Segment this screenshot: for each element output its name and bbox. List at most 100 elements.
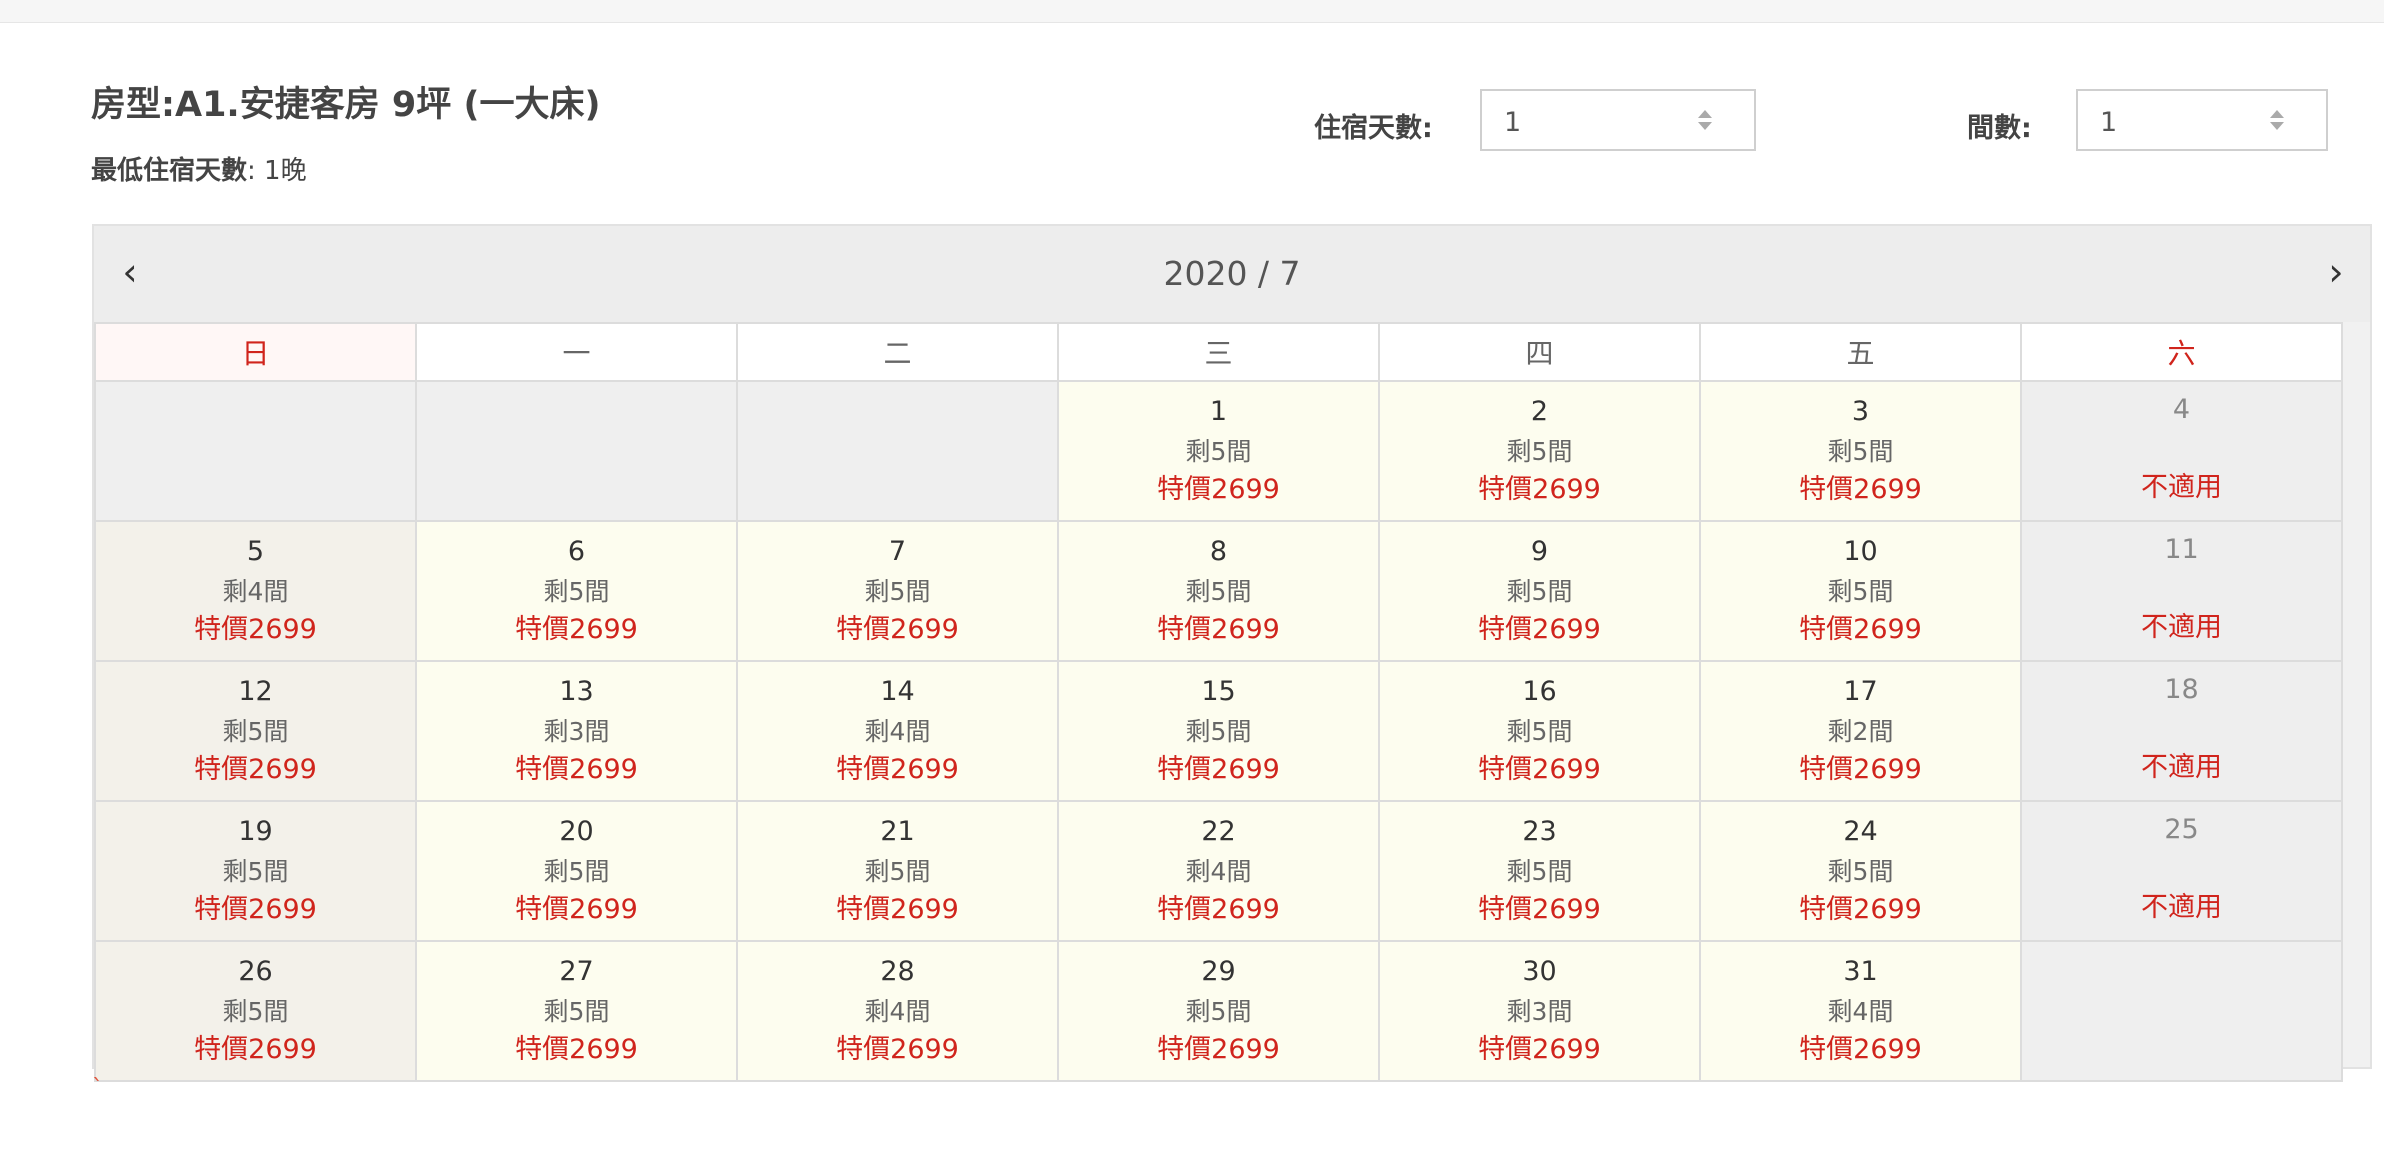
weekday-header: 六 [2022,324,2341,380]
rooms-remaining: 剩5間 [864,857,931,886]
day-number: 11 [2164,534,2199,565]
day-number: 5 [246,536,265,567]
day-number: 29 [1201,956,1236,987]
rooms-remaining: 剩3間 [543,717,610,746]
calendar-day-cell[interactable]: 27 剩5間 特價2699 [417,942,736,1080]
day-number: 10 [1843,536,1878,567]
calendar-day-cell[interactable]: 5 剩4間 特價2699 [96,522,415,660]
weekday-header: 三 [1059,324,1378,380]
calendar-day-cell[interactable]: 23 剩5間 特價2699 [1380,802,1699,940]
weekday-header: 五 [1701,324,2020,380]
special-price: 特價2699 [1799,474,1922,505]
rooms-remaining: 剩5間 [222,717,289,746]
calendar-day-cell: 4 不適用 [2022,382,2341,520]
special-price: 特價2699 [1799,754,1922,785]
rooms-remaining: 剩5間 [1827,437,1894,466]
calendar-empty-cell [2022,942,2341,1080]
calendar-day-cell[interactable]: 2 剩5間 特價2699 [1380,382,1699,520]
availability-calendar: ‹ 2020 / 7 › 日一二三四五六 1 剩5間 特價2699 2 剩5間 特價2699… [92,224,2372,1082]
calendar-day-cell[interactable]: 15 剩5間 特價2699 [1059,662,1378,800]
calendar-day-cell: 18 不適用 [2022,662,2341,800]
top-bar [0,0,2384,23]
day-number: 21 [880,816,915,847]
rooms-remaining: 剩5間 [1506,437,1573,466]
rooms-label: 間數: [1967,113,2032,144]
rooms-remaining: 剩5間 [543,997,610,1026]
rooms-remaining: 剩4間 [222,577,289,606]
calendar-day-cell[interactable]: 7 剩5間 特價2699 [738,522,1057,660]
day-number: 23 [1522,816,1557,847]
calendar-day-cell[interactable]: 6 剩5間 特價2699 [417,522,736,660]
calendar-day-cell[interactable]: 21 剩5間特價2699 [738,802,1057,940]
weekday-header: 一 [417,324,736,380]
rooms-select[interactable]: 1 [2076,89,2328,151]
calendar-day-cell[interactable]: 16 剩5間特價2699 [1380,662,1699,800]
calendar-day-cell[interactable]: 1 剩5間 特價2699 [1059,382,1378,520]
calendar-day-cell[interactable]: 13 剩3間 特價2699 [417,662,736,800]
rooms-remaining: 剩5間 [864,577,931,606]
rooms-remaining: 剩5間 [1185,997,1252,1026]
calendar-empty-cell [417,382,736,520]
calendar-day-cell[interactable]: 20 剩5間 特價2699 [417,802,736,940]
weekday-header: 二 [738,324,1057,380]
day-number: 25 [2164,814,2199,845]
calendar-day-cell[interactable]: 9 剩5間 特價2699 [1380,522,1699,660]
sort-arrows-icon [2270,108,2284,134]
calendar-day-cell[interactable]: 17 剩2間特價2699 [1701,662,2020,800]
special-price: 特價2699 [1799,614,1922,645]
calendar-day-cell[interactable]: 28 剩4間 特價2699 [738,942,1057,1080]
day-number: 17 [1843,676,1878,707]
calendar-day-cell[interactable]: 12 剩5間 特價2699 [96,662,415,800]
calendar-header: ‹ 2020 / 7 › [94,226,2370,322]
calendar-day-cell[interactable]: 29 剩5間 特價2699 [1059,942,1378,1080]
day-number: 16 [1522,676,1557,707]
day-number: 30 [1522,956,1557,987]
calendar-day-cell[interactable]: 31 剩4間 特價2699 [1701,942,2020,1080]
not-applicable-label: 不適用 [2141,892,2222,923]
calendar-empty-cell [738,382,1057,520]
special-price: 特價2699 [836,894,959,925]
calendar-day-cell[interactable]: 24 剩5間 特價2699 [1701,802,2020,940]
weekday-header: 四 [1380,324,1699,380]
special-price: 特價2699 [1799,1034,1922,1065]
calendar-empty-cell [96,382,415,520]
nights-value: 1 [1504,107,1522,138]
day-number: 18 [2164,674,2199,705]
day-number: 28 [880,956,915,987]
rooms-remaining: 剩5間 [1506,717,1573,746]
special-price: 特價2699 [194,1034,317,1065]
calendar-day-cell[interactable]: 26 剩5間 特價2699 [96,942,415,1080]
footer-mark: ` [92,1076,103,1101]
calendar-day-cell[interactable]: 30 剩3間 特價2699 [1380,942,1699,1080]
day-number: 24 [1843,816,1878,847]
room-type-title: 房型:A1.安捷客房 9坪 (一大床) [91,85,601,125]
rooms-remaining: 剩5間 [222,997,289,1026]
rooms-remaining: 剩5間 [1185,437,1252,466]
calendar-day-cell[interactable]: 19 剩5間 特價2699 [96,802,415,940]
rooms-remaining: 剩5間 [543,577,610,606]
rooms-remaining: 剩5間 [222,857,289,886]
calendar-day-cell[interactable]: 22 剩4間 特價2699 [1059,802,1378,940]
calendar-day-cell: 25 不適用 [2022,802,2341,940]
special-price: 特價2699 [515,754,638,785]
day-number: 4 [2172,394,2191,425]
calendar-day-cell[interactable]: 8 剩5間 特價2699 [1059,522,1378,660]
next-month-button[interactable]: › [2316,252,2356,292]
special-price: 特價2699 [515,1034,638,1065]
calendar-day-cell[interactable]: 14 剩4間 特價2699 [738,662,1057,800]
rooms-remaining: 剩4間 [1185,857,1252,886]
day-number: 3 [1851,396,1870,427]
special-price: 特價2699 [1157,754,1280,785]
rooms-value: 1 [2100,107,2118,138]
calendar-day-cell[interactable]: 3 剩5間特價2699 [1701,382,2020,520]
nights-select[interactable]: 1 [1480,89,1756,151]
day-number: 22 [1201,816,1236,847]
min-stay-info: 最低住宿天數: 1晚 [91,150,307,187]
rooms-remaining: 剩2間 [1827,717,1894,746]
day-number: 7 [888,536,907,567]
day-number: 20 [559,816,594,847]
calendar-day-cell[interactable]: 10 剩5間 特價2699 [1701,522,2020,660]
special-price: 特價2699 [194,754,317,785]
special-price: 特價2699 [1478,754,1601,785]
day-number: 9 [1530,536,1549,567]
